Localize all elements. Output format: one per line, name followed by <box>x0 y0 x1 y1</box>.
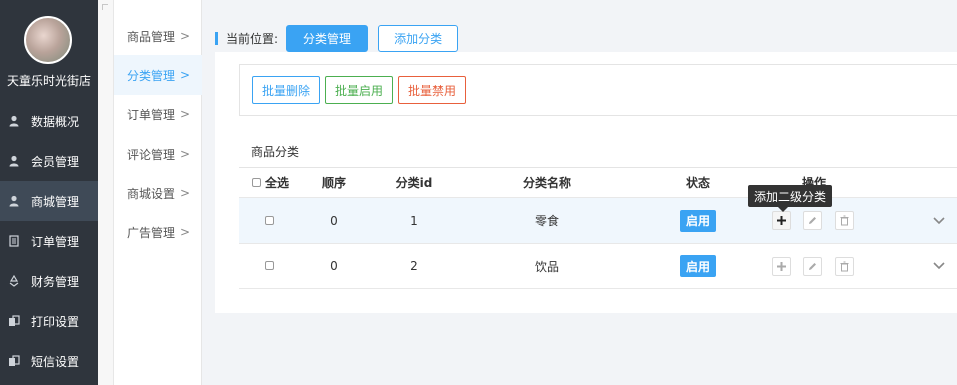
select-all-label: 全选 <box>265 176 290 190</box>
chevron-right-icon: > <box>179 29 190 43</box>
nav-item-orders[interactable]: 订单管理 <box>0 221 98 261</box>
submenu-item-mall-settings[interactable]: 商城设置 > <box>114 173 202 213</box>
pencil-icon <box>809 262 816 270</box>
add-subcategory-button[interactable] <box>772 211 791 230</box>
nav-item-print-settings[interactable]: 打印设置 <box>0 301 98 341</box>
content-panel: 批量删除 批量启用 批量禁用 商品分类 全选 顺序 分类id 分类名称 状态 操… <box>215 52 957 313</box>
status-badge[interactable]: 启用 <box>679 255 716 277</box>
chevron-right-icon: > <box>179 225 190 239</box>
chevron-right-icon: > <box>179 107 190 121</box>
submenu-item-orders[interactable]: 订单管理 > <box>114 94 202 134</box>
row-order: 0 <box>330 213 338 228</box>
submenu-item-label: 评论管理 <box>127 147 176 162</box>
row-id: 1 <box>410 213 418 228</box>
user-icon <box>7 154 21 168</box>
header-id: 分类id <box>395 176 433 190</box>
document-icon <box>7 234 21 248</box>
nav-item-data-overview[interactable]: 数据概况 <box>0 101 98 141</box>
user-icon <box>7 194 21 208</box>
submenu-item-label: 分类管理 <box>127 68 176 83</box>
plus-icon <box>777 216 786 225</box>
breadcrumb-marker <box>215 31 218 45</box>
row-status[interactable]: 启用 <box>673 209 723 232</box>
row-status[interactable]: 启用 <box>673 255 723 277</box>
table-title: 商品分类 <box>251 145 300 159</box>
header-status: 状态 <box>685 176 710 190</box>
nav-item-mall[interactable]: 商城管理 <box>0 181 98 221</box>
chevron-right-icon: > <box>179 186 190 200</box>
trash-icon <box>840 261 849 271</box>
table-row: 0 1 零食 启用 <box>239 197 957 243</box>
breadcrumb: 当前位置: 分类管理 添加分类 <box>215 24 459 52</box>
add-subcategory-button[interactable] <box>772 256 791 276</box>
nav-item-label: 短信设置 <box>31 354 80 369</box>
main-content: 当前位置: 分类管理 添加分类 批量删除 批量启用 批量禁用 商品分类 全选 顺… <box>203 0 957 385</box>
submenu-item-products[interactable]: 商品管理 > <box>114 16 202 56</box>
batch-toolbar: 批量删除 批量启用 批量禁用 <box>239 64 957 116</box>
chevron-right-icon: > <box>179 68 190 82</box>
table-header: 全选 顺序 分类id 分类名称 状态 操作 <box>239 167 957 197</box>
submenu-item-categories[interactable]: 分类管理 > <box>114 55 202 95</box>
nav-item-finance[interactable]: 财务管理 <box>0 261 98 301</box>
select-all[interactable]: 全选 <box>252 174 289 191</box>
status-badge[interactable]: 启用 <box>679 209 716 232</box>
avatar[interactable] <box>24 16 72 64</box>
submenu: 商品管理 > 分类管理 > 订单管理 > 评论管理 > 商城设置 > 广告管理 … <box>114 0 202 385</box>
nav-item-members[interactable]: 会员管理 <box>0 141 98 181</box>
submenu-item-label: 广告管理 <box>127 225 176 240</box>
recycle-icon <box>7 274 21 288</box>
batch-enable-button[interactable]: 批量启用 <box>325 76 394 104</box>
corner-mark <box>102 4 108 10</box>
nav-item-label: 打印设置 <box>31 314 80 329</box>
chevron-down-icon[interactable] <box>933 214 945 228</box>
add-subcategory-tooltip: 添加二级分类 <box>748 185 833 212</box>
row-checkbox[interactable] <box>265 259 274 273</box>
submenu-item-label: 订单管理 <box>127 107 176 122</box>
batch-disable-button[interactable]: 批量禁用 <box>398 76 467 104</box>
category-management-button[interactable]: 分类管理 <box>286 24 369 52</box>
delete-button[interactable] <box>835 256 854 276</box>
add-category-button[interactable]: 添加分类 <box>378 24 459 52</box>
header-name: 分类名称 <box>522 176 571 190</box>
store-name: 天童乐时光街店 <box>6 74 91 88</box>
breadcrumb-label: 当前位置: <box>226 31 279 46</box>
category-table: 全选 顺序 分类id 分类名称 状态 操作 0 1 零食 启用 0 2 饮品 启… <box>239 167 957 289</box>
submenu-item-label: 商城设置 <box>127 186 176 201</box>
nav-item-sms-settings[interactable]: 短信设置 <box>0 341 98 381</box>
nav-item-label: 数据概况 <box>31 114 80 129</box>
sidebar-divider <box>98 0 114 385</box>
user-icon <box>7 114 21 128</box>
trash-icon <box>840 215 849 226</box>
chevron-down-icon[interactable] <box>933 259 945 273</box>
batch-delete-button[interactable]: 批量删除 <box>252 76 321 104</box>
row-name: 零食 <box>534 214 559 228</box>
table-row: 0 2 饮品 启用 <box>239 243 957 289</box>
pencil-icon <box>809 217 816 224</box>
copy-icon <box>7 354 21 368</box>
nav-item-label: 订单管理 <box>31 234 80 249</box>
delete-button[interactable] <box>835 211 854 230</box>
row-checkbox[interactable] <box>265 214 274 228</box>
row-order: 0 <box>330 259 338 273</box>
select-all-checkbox[interactable] <box>252 178 261 187</box>
submenu-item-reviews[interactable]: 评论管理 > <box>114 134 202 174</box>
edit-button[interactable] <box>803 211 822 230</box>
copy-icon <box>7 314 21 328</box>
edit-button[interactable] <box>803 256 822 276</box>
plus-icon <box>777 261 786 271</box>
nav-item-label: 财务管理 <box>31 274 80 289</box>
submenu-item-ads[interactable]: 广告管理 > <box>114 212 202 252</box>
row-id: 2 <box>410 259 418 273</box>
chevron-right-icon: > <box>179 147 190 161</box>
nav-item-label: 商城管理 <box>31 194 80 209</box>
sidebar: 天童乐时光街店 数据概况 会员管理 商城管理 订单管理 财务管理 打印设置 短信… <box>0 0 98 385</box>
nav-item-label: 会员管理 <box>31 154 80 169</box>
row-name: 饮品 <box>534 259 559 274</box>
submenu-item-label: 商品管理 <box>127 29 176 44</box>
header-order: 顺序 <box>321 176 346 190</box>
